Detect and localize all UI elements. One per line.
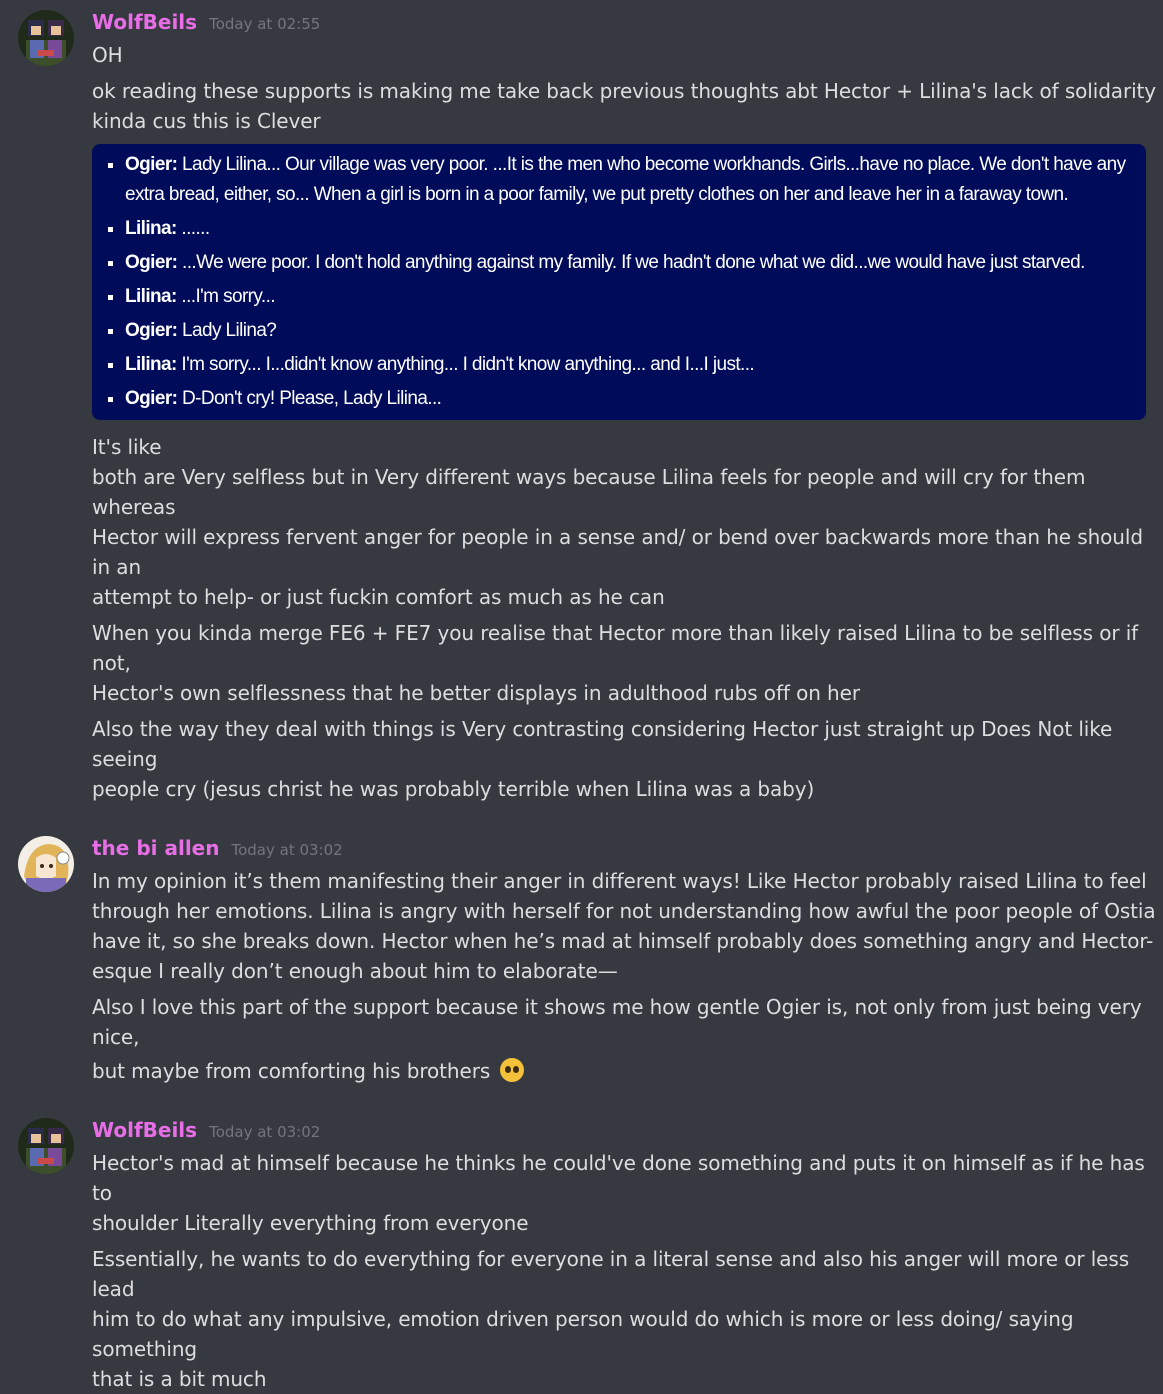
- message-text: It's like: [92, 435, 162, 459]
- user-avatar[interactable]: [18, 10, 74, 66]
- message-text: When you kinda merge FE6 + FE7 you reali…: [92, 621, 1139, 675]
- message-text: people cry (jesus christ he was probably…: [92, 777, 815, 801]
- message-text: In my opinion it’s them manifesting thei…: [92, 869, 1147, 893]
- message-group: the bi allen Today at 03:02 In my opinio…: [0, 804, 1163, 1086]
- speaker-name: Ogier:: [125, 154, 178, 175]
- user-avatar[interactable]: [18, 836, 74, 892]
- message-text: attempt to help- or just fuckin comfort …: [92, 585, 665, 609]
- message-text: him to do what any impulsive, emotion dr…: [92, 1307, 1074, 1361]
- quote-text: D-Don't cry! Please, Lady Lilina...: [177, 388, 442, 409]
- timestamp: Today at 02:55: [209, 15, 321, 33]
- quote-list-item: Lilina: I'm sorry... I...didn't know any…: [108, 350, 1134, 380]
- quote-list-item: Lilina: ...I'm sorry...: [108, 282, 1134, 312]
- quote-list-item: Lilina: ......: [108, 214, 1134, 244]
- message-text: but maybe from comforting his brothers: [92, 1056, 1163, 1086]
- message-text: both are Very selfless but in Very diffe…: [92, 465, 1086, 519]
- quote-text: ...We were poor. I don't hold anything a…: [177, 252, 1085, 273]
- message-text: shoulder Literally everything from every…: [92, 1211, 529, 1235]
- quote-list-item: Ogier: ...We were poor. I don't hold any…: [108, 248, 1134, 278]
- speaker-name: Lilina:: [125, 354, 177, 375]
- message-text: Also I love this part of the support bec…: [92, 995, 1142, 1049]
- message-text: OH: [92, 43, 123, 67]
- message-text: Hector will express fervent anger for pe…: [92, 525, 1143, 579]
- pixel-character-avatar-icon: [18, 1118, 74, 1174]
- message-text: Essentially, he wants to do everything f…: [92, 1247, 1130, 1301]
- quote-list-item: Ogier: Lady Lilina?: [108, 316, 1134, 346]
- speaker-name: Lilina:: [125, 218, 177, 239]
- message-text: esque I really don’t enough about him to…: [92, 959, 618, 983]
- message-text: kinda cus this is Clever: [92, 109, 321, 133]
- pixel-character-avatar-icon: [18, 10, 74, 66]
- message-text: Hector's mad at himself because he think…: [92, 1151, 1145, 1205]
- message-text: that is a bit much: [92, 1367, 267, 1391]
- speaker-name: Ogier:: [125, 320, 178, 341]
- user-avatar[interactable]: [18, 1118, 74, 1174]
- quote-text: I'm sorry... I...didn't know anything...…: [176, 354, 755, 375]
- quote-text: ......: [176, 218, 210, 239]
- quote-list-item: Ogier: D-Don't cry! Please, Lady Lilina.…: [108, 384, 1134, 414]
- pleading-face-icon[interactable]: [500, 1058, 525, 1082]
- message-text: Also the way they deal with things is Ve…: [92, 717, 1113, 771]
- quote-text: ...I'm sorry...: [176, 286, 275, 307]
- username[interactable]: WolfBeils: [92, 1118, 197, 1142]
- drawn-character-avatar-icon: [18, 836, 74, 892]
- message-header: WolfBeils Today at 02:55: [92, 10, 1163, 40]
- timestamp: Today at 03:02: [231, 841, 343, 859]
- message-text-part: but maybe from comforting his brothers: [92, 1059, 491, 1083]
- message-text: through her emotions. Lilina is angry wi…: [92, 899, 1156, 923]
- message-text: ok reading these supports is making me t…: [92, 79, 1156, 103]
- quoted-support-conversation: Ogier: Lady Lilina... Our village was ve…: [92, 144, 1146, 420]
- speaker-name: Lilina:: [125, 286, 177, 307]
- quote-text: Lady Lilina... Our village was very poor…: [125, 154, 1126, 205]
- quote-list-item: Ogier: Lady Lilina... Our village was ve…: [108, 150, 1134, 210]
- message-header: WolfBeils Today at 03:02: [92, 1118, 1163, 1148]
- speaker-name: Ogier:: [125, 388, 178, 409]
- message-group: WolfBeils Today at 02:55 OH ok reading t…: [0, 0, 1163, 804]
- message-group: WolfBeils Today at 03:02 Hector's mad at…: [0, 1086, 1163, 1394]
- quote-list: Ogier: Lady Lilina... Our village was ve…: [104, 150, 1134, 414]
- message-text: have it, so she breaks down. Hector when…: [92, 929, 1154, 953]
- message-header: the bi allen Today at 03:02: [92, 836, 1163, 866]
- quote-text: Lady Lilina?: [177, 320, 277, 341]
- speaker-name: Ogier:: [125, 252, 178, 273]
- message-text: Hector's own selflessness that he better…: [92, 681, 860, 705]
- username[interactable]: WolfBeils: [92, 10, 197, 34]
- timestamp: Today at 03:02: [209, 1123, 321, 1141]
- username[interactable]: the bi allen: [92, 836, 219, 860]
